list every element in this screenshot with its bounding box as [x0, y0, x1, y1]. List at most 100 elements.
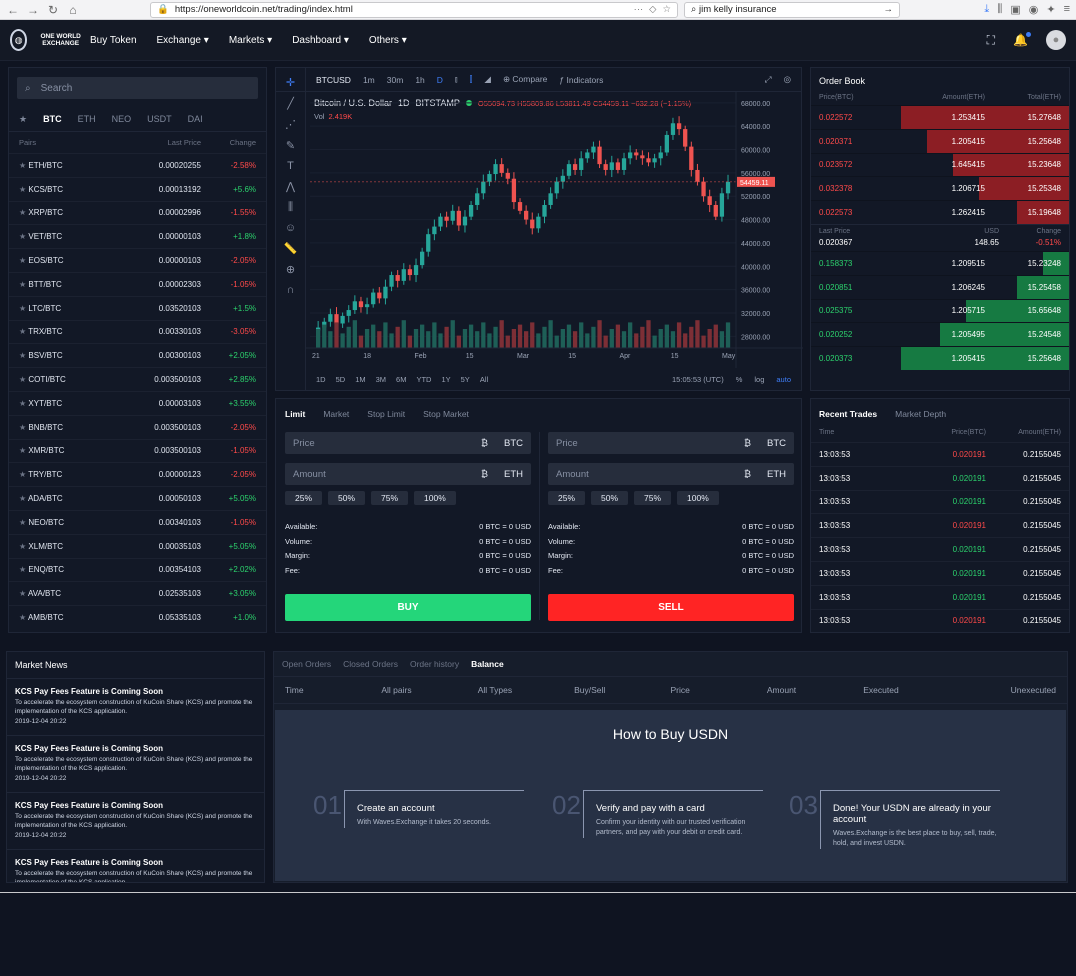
- favorite-star-icon[interactable]: ★: [19, 232, 26, 241]
- pair-row[interactable]: ★ BSV/BTC 0.00300103 +2.05%: [9, 343, 266, 367]
- bid-row[interactable]: 0.025375 1.205715 15.65648: [811, 298, 1069, 323]
- indicators-button[interactable]: ƒ Indicators: [559, 75, 603, 85]
- range-1y[interactable]: 1Y: [441, 375, 450, 384]
- range-all[interactable]: All: [480, 375, 488, 384]
- candlestick-chart[interactable]: 68000.00 64000.00 60000.00 56000.00 52000.00…: [306, 92, 803, 368]
- pair-row[interactable]: ★ TRY/BTC 0.00000123 -2.05%: [9, 462, 266, 486]
- logo[interactable]: ◍ ONE WORLD EXCHANGE: [10, 29, 90, 51]
- pair-row[interactable]: ★ BNB/BTC 0.003500103 -2.05%: [9, 414, 266, 439]
- favorite-star-icon[interactable]: ★: [19, 542, 26, 551]
- range-1d[interactable]: 1D: [316, 375, 326, 384]
- pair-row[interactable]: ★ KCS/BTC 0.00013192 +5.6%: [9, 176, 266, 201]
- buy-price-input[interactable]: Price ₿ BTC: [285, 432, 531, 454]
- buy-50-button[interactable]: 50%: [328, 491, 366, 505]
- favorite-star-icon[interactable]: ★: [19, 613, 26, 622]
- tab-open-orders[interactable]: Open Orders: [282, 659, 331, 669]
- sell-price-input[interactable]: Price ₿ BTC: [548, 432, 794, 454]
- ask-row[interactable]: 0.022572 1.253415 15.27648: [811, 105, 1069, 129]
- range-6m[interactable]: 6M: [396, 375, 406, 384]
- favorite-star-icon[interactable]: ★: [19, 256, 26, 265]
- compare-button[interactable]: ⊕ Compare: [503, 74, 547, 85]
- forward-icon[interactable]: →: [26, 3, 40, 17]
- bar-type-icon[interactable]: ⫾: [455, 74, 458, 85]
- buy-25-button[interactable]: 25%: [285, 491, 323, 505]
- tab-stop-market[interactable]: Stop Market: [423, 409, 469, 419]
- pair-row[interactable]: ★ EOS/BTC 0.00000103 -2.05%: [9, 248, 266, 272]
- favorite-star-icon[interactable]: ★: [19, 351, 26, 360]
- ask-row[interactable]: 0.023572 1.645415 15.23648: [811, 152, 1069, 177]
- favorite-star-icon[interactable]: ★: [19, 423, 26, 432]
- menu-icon[interactable]: ≡: [1064, 3, 1070, 16]
- bookmark-star-icon[interactable]: ☆: [662, 4, 671, 15]
- buy-100-button[interactable]: 100%: [414, 491, 456, 505]
- percent-toggle[interactable]: %: [736, 375, 743, 384]
- trendline-icon[interactable]: ╱: [276, 97, 305, 110]
- pair-row[interactable]: ★ AVA/BTC 0.02535103 +3.05%: [9, 581, 266, 605]
- area-type-icon[interactable]: ◢: [484, 74, 491, 85]
- favorite-star-icon[interactable]: ★: [19, 446, 26, 455]
- favorite-star-icon[interactable]: ★: [19, 208, 26, 217]
- avatar[interactable]: ●: [1046, 30, 1066, 50]
- tab-market-depth[interactable]: Market Depth: [895, 409, 946, 419]
- screenshot-icon[interactable]: ◎: [784, 74, 791, 85]
- home-icon[interactable]: ⌂: [66, 3, 80, 17]
- search-go-icon[interactable]: →: [884, 4, 894, 15]
- pair-row[interactable]: ★ XYT/BTC 0.00003103 +3.55%: [9, 390, 266, 415]
- url-bar[interactable]: 🔒 https://oneworldcoin.net/trading/index…: [150, 1, 678, 18]
- bid-row[interactable]: 0.020851 1.206245 15.25458: [811, 274, 1069, 299]
- favorite-star-icon[interactable]: ★: [19, 161, 26, 170]
- bid-row[interactable]: 0.020373 1.205415 15.25648: [811, 346, 1069, 370]
- favorite-star-icon[interactable]: ★: [19, 304, 26, 313]
- pair-row[interactable]: ★ AMB/BTC 0.05335103 +1.0%: [9, 605, 266, 629]
- ask-row[interactable]: 0.020371 1.205415 15.25648: [811, 128, 1069, 153]
- tab-neo[interactable]: NEO: [112, 114, 132, 125]
- search-bar[interactable]: ⌕ jim kelly insurance →: [684, 1, 900, 18]
- buy-75-button[interactable]: 75%: [371, 491, 409, 505]
- pair-row[interactable]: ★ ADA/BTC 0.00050103 +5.05%: [9, 486, 266, 510]
- brush-icon[interactable]: ✎: [276, 139, 305, 152]
- sell-100-button[interactable]: 100%: [677, 491, 719, 505]
- pair-row[interactable]: ★ XRP/BTC 0.00002996 -1.55%: [9, 200, 266, 225]
- back-icon[interactable]: ←: [6, 3, 20, 17]
- account-icon[interactable]: ◉: [1029, 3, 1039, 16]
- news-item[interactable]: KCS Pay Fees Feature is Coming Soon To a…: [7, 679, 264, 736]
- ask-row[interactable]: 0.022573 1.262415 15.19648: [811, 200, 1069, 224]
- interval-30m[interactable]: 30m: [387, 75, 404, 85]
- download-icon[interactable]: ⤓: [984, 3, 989, 16]
- pair-row[interactable]: ★ COTI/BTC 0.003500103 +2.85%: [9, 367, 266, 391]
- emoji-icon[interactable]: ☺: [276, 222, 305, 234]
- favorite-star-icon[interactable]: ★: [19, 280, 26, 289]
- buy-button[interactable]: BUY: [285, 594, 531, 621]
- sell-button[interactable]: SELL: [548, 594, 794, 621]
- news-item[interactable]: KCS Pay Fees Feature is Coming Soon To a…: [7, 850, 264, 882]
- fib-icon[interactable]: ⋰: [276, 118, 305, 131]
- zoom-in-icon[interactable]: ⊕: [276, 263, 305, 276]
- pair-row[interactable]: ★ BTT/BTC 0.00002303 -1.05%: [9, 271, 266, 296]
- tab-eth[interactable]: ETH: [78, 114, 96, 125]
- pair-row[interactable]: ★ XLM/BTC 0.00035103 +5.05%: [9, 533, 266, 558]
- tab-dai[interactable]: DAI: [188, 114, 203, 125]
- favorites-star-icon[interactable]: ★: [19, 114, 27, 125]
- favorite-star-icon[interactable]: ★: [19, 327, 26, 336]
- sell-amount-input[interactable]: Amount ₿ ETH: [548, 463, 794, 485]
- favorite-star-icon[interactable]: ★: [19, 494, 26, 503]
- sell-25-button[interactable]: 25%: [548, 491, 586, 505]
- pair-row[interactable]: ★ XMR/BTC 0.003500103 -1.05%: [9, 438, 266, 463]
- popout-icon[interactable]: ⤢: [765, 74, 772, 85]
- bid-row[interactable]: 0.158373 1.209515 15.23248: [811, 250, 1069, 275]
- sell-75-button[interactable]: 75%: [634, 491, 672, 505]
- tab-btc[interactable]: BTC: [43, 114, 62, 125]
- tab-order-history[interactable]: Order history: [410, 659, 459, 669]
- tab-limit[interactable]: Limit: [285, 409, 305, 419]
- range-5d[interactable]: 5D: [336, 375, 346, 384]
- pair-row[interactable]: ★ TRX/BTC 0.00330103 -3.05%: [9, 319, 266, 344]
- bid-row[interactable]: 0.020252 1.205495 15.24548: [811, 322, 1069, 347]
- ruler-icon[interactable]: 📏: [276, 242, 305, 255]
- nav-dashboard[interactable]: Dashboard ▾: [292, 35, 349, 46]
- fullscreen-icon[interactable]: ⛶: [987, 33, 995, 48]
- range-5y[interactable]: 5Y: [461, 375, 470, 384]
- auto-toggle[interactable]: auto: [776, 375, 791, 384]
- nav-markets[interactable]: Markets ▾: [229, 35, 272, 46]
- range-1m[interactable]: 1M: [355, 375, 365, 384]
- magnet-icon[interactable]: ∩: [276, 284, 305, 296]
